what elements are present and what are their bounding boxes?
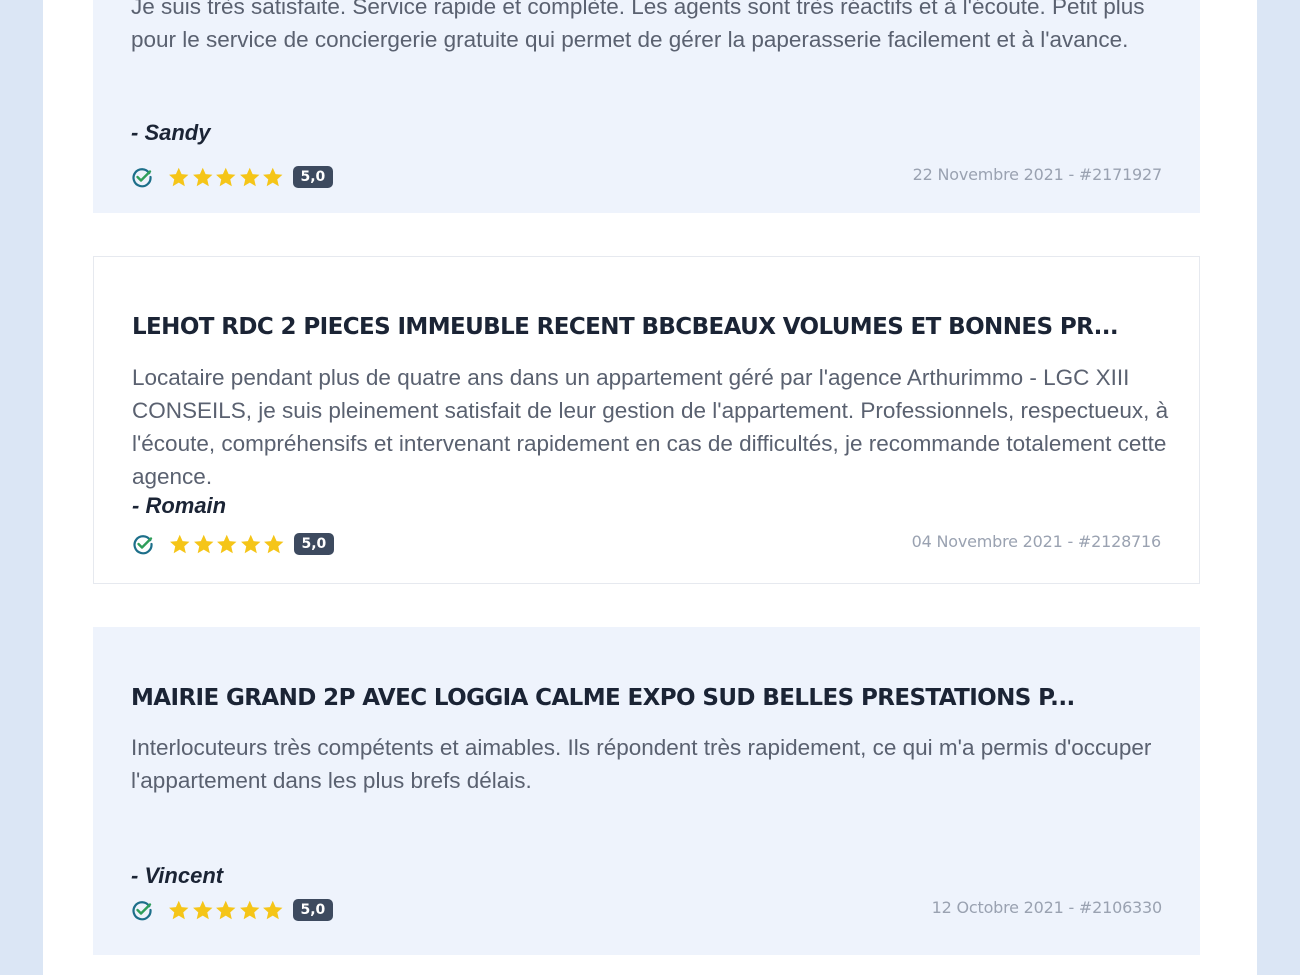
star-icon: [168, 533, 192, 555]
rating-row: 5,0: [132, 531, 335, 557]
review-card: LEHOT RDC 2 PIECES IMMEUBLE RECENT BBCBE…: [93, 256, 1200, 584]
rating-badge: 5,0: [292, 899, 334, 921]
verified-check-icon: [131, 166, 153, 188]
rating-badge: 5,0: [292, 166, 334, 188]
verified-check-icon: [131, 899, 153, 921]
review-title[interactable]: LEHOT RDC 2 PIECES IMMEUBLE RECENT BBCBE…: [132, 314, 1172, 340]
star-icon: [262, 533, 286, 555]
review-author: - Sandy: [131, 120, 211, 145]
review-author: - Vincent: [131, 863, 224, 888]
star-icon: [261, 899, 285, 921]
star-icon: [261, 166, 285, 188]
review-date-reference: 12 Octobre 2021 - #2106330: [931, 898, 1163, 917]
star-icon: [191, 899, 215, 921]
review-date-reference: 04 Novembre 2021 - #2128716: [911, 532, 1162, 551]
review-date-reference: 22 Novembre 2021 - #2171927: [912, 165, 1163, 184]
star-icon: [214, 899, 238, 921]
review-text: Je suis très satisfaite. Service rapide …: [131, 0, 1145, 52]
star-icon: [238, 899, 262, 921]
star-icon: [167, 166, 191, 188]
rating-row: 5,0: [131, 897, 334, 923]
review-text: Locataire pendant plus de quatre ans dan…: [132, 365, 1169, 489]
star-icon: [167, 899, 191, 921]
star-rating: [167, 899, 285, 921]
rating-badge: 5,0: [293, 533, 335, 555]
star-icon: [214, 166, 238, 188]
star-rating: [167, 166, 285, 188]
star-icon: [191, 166, 215, 188]
review-card: MAIRIE GRAND 2P AVEC LOGGIA CALME EXPO S…: [93, 627, 1200, 955]
star-rating: [168, 533, 286, 555]
review-author: - Romain: [132, 493, 227, 518]
review-text: Interlocuteurs très compétents et aimabl…: [131, 735, 1152, 793]
star-icon: [192, 533, 216, 555]
verified-check-icon: [132, 533, 154, 555]
rating-row: 5,0: [131, 164, 334, 190]
reviews-page: Je suis très satisfaite. Service rapide …: [43, 0, 1257, 975]
review-card: Je suis très satisfaite. Service rapide …: [93, 0, 1200, 213]
review-title[interactable]: MAIRIE GRAND 2P AVEC LOGGIA CALME EXPO S…: [131, 685, 1171, 711]
star-icon: [215, 533, 239, 555]
star-icon: [238, 166, 262, 188]
star-icon: [239, 533, 263, 555]
